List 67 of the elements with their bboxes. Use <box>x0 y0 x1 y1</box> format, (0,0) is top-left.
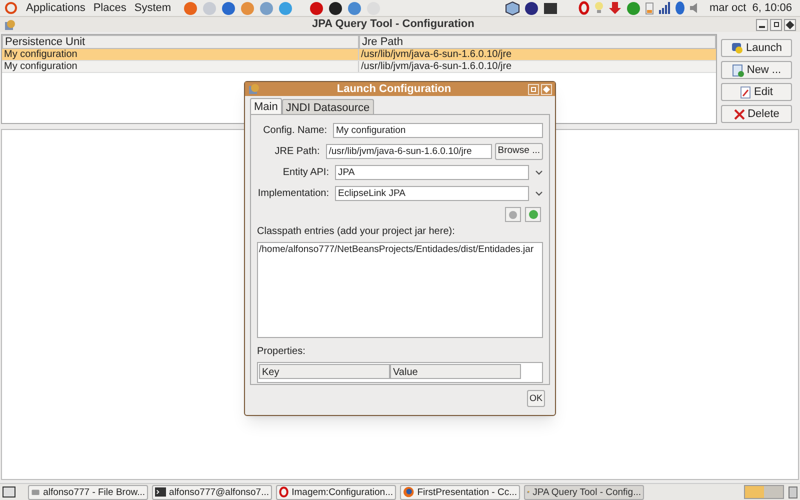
sphere-icon[interactable] <box>524 0 540 16</box>
table-cell: My configuration <box>2 61 359 72</box>
delete-icon <box>734 108 745 120</box>
field-label: Config. Name: <box>262 124 327 137</box>
terminal-icon[interactable] <box>543 0 558 16</box>
terminal-icon <box>155 486 166 498</box>
table-cell-text: /usr/lib/jvm/java-6-sun-1.6.0.10/jre <box>360 61 513 72</box>
taskbar-item[interactable]: FirstPresentation - Cc... <box>400 484 520 500</box>
input-field[interactable]: My configuration <box>333 123 543 138</box>
dialog-title: Launch Configuration <box>336 82 452 97</box>
trash-icon[interactable] <box>788 485 798 499</box>
taskbar-item[interactable]: JPA Query Tool - Config... <box>524 484 644 500</box>
app-icon <box>4 18 16 30</box>
classpath-label: Classpath entries (add your project jar here): <box>257 225 456 239</box>
taskbar-item[interactable]: alfonso777 - File Brow... <box>28 484 148 500</box>
workspace-switcher[interactable] <box>744 485 784 499</box>
action-button[interactable]: Delete <box>721 105 792 123</box>
network-icon[interactable] <box>626 0 642 16</box>
add-button[interactable] <box>525 207 541 222</box>
properties-label: Properties: <box>257 345 306 359</box>
action-button[interactable]: Edit <box>721 83 792 101</box>
table-row[interactable]: My configuration /usr/lib/jvm/java-6-sun-1.6.0.10/jre <box>2 61 716 73</box>
action-button[interactable]: Launch <box>721 39 792 57</box>
download-icon[interactable] <box>608 1 622 15</box>
launcher-icon[interactable] <box>328 0 344 16</box>
column-header[interactable]: Key <box>259 364 390 379</box>
table-row[interactable]: My configuration /usr/lib/jvm/java-6-sun-1.6.0.10/jre <box>2 49 716 61</box>
tab[interactable]: JNDI Datasource <box>282 99 374 114</box>
field-label: Implementation: <box>257 187 329 200</box>
app-icon <box>248 83 260 95</box>
classpath-entry[interactable]: /home/alfonso777/NetBeansProjects/Entidades/dist/Entidades.jar <box>259 243 534 256</box>
opera-icon[interactable] <box>578 1 590 15</box>
tab[interactable]: Main <box>250 98 282 114</box>
show-desktop-icon[interactable] <box>2 486 16 498</box>
launch-icon <box>730 42 743 54</box>
minimize-button[interactable] <box>756 18 768 30</box>
input-field[interactable]: /usr/lib/jvm/java-6-sun-1.6.0.10/jre <box>326 144 492 159</box>
field-label: JRE Path: <box>274 145 320 158</box>
table-cell: My configuration <box>2 49 359 60</box>
combo-field[interactable]: EclipseLink JPA <box>335 186 529 201</box>
browse-button[interactable]: Browse ... <box>494 143 543 160</box>
taskbar-item[interactable]: Imagem:Configuration... <box>276 484 396 500</box>
globe-icon <box>403 486 414 498</box>
new-document-icon <box>732 64 744 76</box>
close-button[interactable] <box>784 18 796 30</box>
field-label: Entity API: <box>282 166 329 179</box>
maximize-button[interactable] <box>770 18 782 30</box>
taskbar-item[interactable]: alfonso777@alfonso7... <box>152 484 272 500</box>
combo-field[interactable]: JPA <box>335 165 529 180</box>
remove-button[interactable] <box>505 207 521 222</box>
panel-menu[interactable]: System <box>134 0 172 16</box>
signal-icon[interactable] <box>658 2 672 14</box>
window-title: JPA Query Tool - Configuration <box>312 17 474 32</box>
clock[interactable]: mar oct 6, 10:06 <box>709 0 792 16</box>
bluetooth-icon[interactable] <box>675 1 686 15</box>
column-header[interactable]: Persistence Unit <box>2 35 359 49</box>
opera-icon <box>279 486 289 498</box>
panel-menu[interactable]: Places <box>93 0 126 16</box>
ok-button[interactable]: OK <box>527 390 545 407</box>
edit-document-icon <box>740 86 752 98</box>
column-header[interactable]: Value <box>390 364 521 379</box>
panel-menu[interactable]: Applications <box>26 0 86 16</box>
bulb-icon[interactable] <box>594 1 604 15</box>
action-button[interactable]: New ... <box>721 61 792 79</box>
logo-icon <box>4 1 18 15</box>
table-cell-text: /usr/lib/jvm/java-6-sun-1.6.0.10/jre <box>360 49 513 60</box>
column-header[interactable]: Jre Path <box>359 35 716 49</box>
